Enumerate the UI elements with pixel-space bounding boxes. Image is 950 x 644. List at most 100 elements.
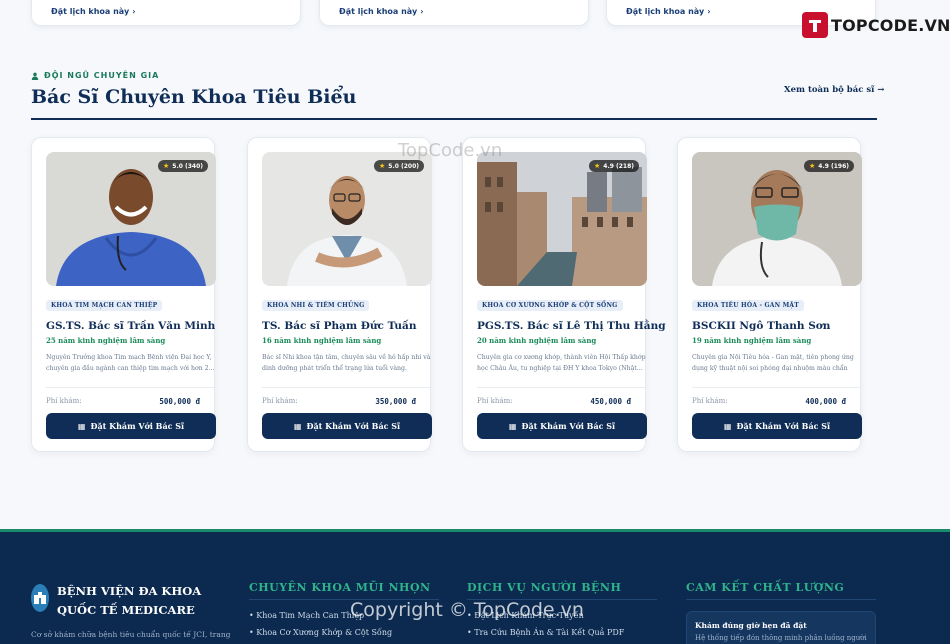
doctor-photo: ★ 4.9 (196) [692, 152, 862, 286]
doctor-description: Bác sĩ Nhi khoa tận tâm, chuyên sâu về h… [262, 354, 431, 372]
rating-value: 5.0 (340) [172, 162, 203, 170]
doctor-name: BSCKII Ngô Thanh Sơn [692, 320, 831, 332]
fee-label: Phí khám: [262, 397, 298, 405]
calendar-icon: ▦ [723, 421, 732, 431]
book-doctor-button-label: Đặt Khám Với Bác Sĩ [736, 421, 831, 431]
commitment-title: Khám đúng giờ hẹn đã đặt [695, 621, 807, 630]
book-doctor-button[interactable]: ▦ Đặt Khám Với Bác Sĩ [477, 413, 647, 439]
book-specialty-link-label: Đặt lịch khoa này [339, 7, 418, 16]
doctor-photo: ★ 5.0 (200) [262, 152, 432, 286]
star-icon: ★ [162, 162, 170, 170]
book-specialty-link[interactable]: Đặt lịch khoa này › [48, 7, 135, 16]
calendar-icon: ▦ [293, 421, 302, 431]
footer-description: Cơ sở khám chữa bệnh tiêu chuẩn quốc tế … [31, 630, 231, 639]
book-doctor-button-label: Đặt Khám Với Bác Sĩ [521, 421, 616, 431]
topcode-logo-text: TOPCODE.VN [831, 15, 950, 35]
commitment-description: Hệ thống tiếp đón thông minh phân luồng … [695, 634, 867, 642]
department-badge: KHOA TIÊU HÓA - GAN MẬT [692, 300, 804, 311]
doctor-experience: 20 năm kinh nghiệm lâm sàng [477, 336, 597, 345]
rating-badge: ★ 5.0 (200) [373, 160, 424, 172]
footer-specialties-title: CHUYÊN KHOA MŨI NHỌN [249, 581, 431, 594]
doctor-description: Nguyên Trưởng khoa Tim mạch Bệnh viện Đạ… [46, 354, 215, 372]
fee-value: 400,000 đ [805, 397, 846, 406]
site-footer: BỆNH VIỆN ĐA KHOA QUỐC TẾ MEDICARE Cơ sở… [0, 529, 950, 644]
fee-value: 350,000 đ [375, 397, 416, 406]
chevron-right-icon: › [420, 7, 424, 16]
department-badge: KHOA NHI & TIÊM CHỦNG [262, 300, 370, 311]
doctor-card: ★ 5.0 (340) KHOA TIM MẠCH CAN THIỆP GS.TS… [31, 137, 216, 452]
card-divider [692, 387, 862, 388]
fee-value: 500,000 đ [159, 397, 200, 406]
doctor-name: TS. Bác sĩ Phạm Đức Tuấn [262, 320, 417, 332]
doctor-experience: 19 năm kinh nghiệm lâm sàng [692, 336, 812, 345]
user-doctor-icon [31, 72, 39, 80]
topcode-logo-icon [802, 12, 828, 38]
book-doctor-button-label: Đặt Khám Với Bác Sĩ [306, 421, 401, 431]
footer-divider [686, 599, 876, 600]
footer-link[interactable]: • Khoa Tim Mạch Can Thiệp [249, 611, 364, 620]
section-title: Bác Sĩ Chuyên Khoa Tiêu Biểu [31, 86, 357, 108]
doctor-experience: 16 năm kinh nghiệm lâm sàng [262, 336, 382, 345]
footer-brand-line2: QUỐC TẾ MEDICARE [57, 603, 195, 617]
section-eyebrow: ĐỘI NGŨ CHUYÊN GIA [31, 71, 159, 80]
rating-badge: ★ 4.9 (196) [803, 160, 854, 172]
fee-label: Phí khám: [46, 397, 82, 405]
section-divider [31, 118, 877, 120]
doctor-card: ★ 4.9 (218) KHOA CƠ XƯƠNG KHỚP & CỘT SỐNG… [462, 137, 666, 452]
section-eyebrow-text: ĐỘI NGŨ CHUYÊN GIA [44, 71, 160, 80]
rating-badge: ★ 4.9 (218) [588, 160, 639, 172]
star-icon: ★ [593, 162, 601, 170]
calendar-icon: ▦ [77, 421, 86, 431]
footer-services-title: DỊCH VỤ NGƯỜI BỆNH [467, 581, 622, 594]
specialty-card-2: Đặt lịch khoa này › [319, 0, 589, 26]
doctor-name: PGS.TS. Bác sĩ Lê Thị Thu Hằng [477, 320, 666, 332]
rating-badge: ★ 5.0 (340) [157, 160, 208, 172]
fee-value: 450,000 đ [590, 397, 631, 406]
arrow-right-icon: → [877, 85, 885, 95]
doctor-description: Chuyên gia Nội Tiêu hóa - Gan mật, tiên … [692, 354, 854, 372]
footer-brand: BỆNH VIỆN ĐA KHOA QUỐC TẾ MEDICARE [57, 582, 201, 620]
book-doctor-button[interactable]: ▦ Đặt Khám Với Bác Sĩ [46, 413, 216, 439]
rating-value: 4.9 (196) [818, 162, 849, 170]
footer-link[interactable]: • Đặt Lịch Khám Trực Tuyến [467, 611, 584, 620]
book-doctor-button[interactable]: ▦ Đặt Khám Với Bác Sĩ [692, 413, 862, 439]
hospital-logo-icon [31, 584, 49, 612]
book-specialty-link[interactable]: Đặt lịch khoa này › [336, 7, 423, 16]
doctor-name: GS.TS. Bác sĩ Trần Văn Minh [46, 320, 216, 332]
star-icon: ★ [378, 162, 386, 170]
view-all-label: Xem toàn bộ bác sĩ [784, 85, 875, 95]
rating-value: 5.0 (200) [388, 162, 419, 170]
book-specialty-link-label: Đặt lịch khoa này [626, 7, 705, 16]
doctor-experience: 25 năm kinh nghiệm lâm sàng [46, 336, 166, 345]
book-specialty-link[interactable]: Đặt lịch khoa này › [623, 7, 710, 16]
department-badge: KHOA CƠ XƯƠNG KHỚP & CỘT SỐNG [477, 300, 623, 311]
footer-link[interactable]: • Tra Cứu Bệnh Án & Tài Kết Quả PDF [467, 628, 624, 637]
footer-quality-title: CAM KẾT CHẤT LƯỢNG [686, 581, 845, 594]
commitment-box: Khám đúng giờ hẹn đã đặt Hệ thống tiếp đ… [686, 611, 876, 644]
chevron-right-icon: › [132, 7, 136, 16]
book-specialty-link-label: Đặt lịch khoa này [51, 7, 130, 16]
footer-divider [249, 599, 439, 600]
fee-label: Phí khám: [477, 397, 513, 405]
doctor-card: ★ 5.0 (200) KHOA NHI & TIÊM CHỦNG TS. Bác… [247, 137, 432, 452]
footer-link[interactable]: • Khoa Cơ Xương Khớp & Cột Sống [249, 628, 392, 637]
specialty-card-1: Đặt lịch khoa này › [31, 0, 301, 26]
book-doctor-button[interactable]: ▦ Đặt Khám Với Bác Sĩ [262, 413, 432, 439]
fee-label: Phí khám: [692, 397, 728, 405]
department-badge: KHOA TIM MẠCH CAN THIỆP [46, 300, 163, 311]
card-divider [477, 387, 647, 388]
doctor-photo: ★ 4.9 (218) [477, 152, 647, 286]
calendar-icon: ▦ [508, 421, 517, 431]
doctor-description: Chuyên gia cơ xương khớp, thành viên Hội… [477, 354, 646, 372]
footer-brand-line1: BỆNH VIỆN ĐA KHOA [57, 584, 202, 598]
topcode-logo: TOPCODE.VN [802, 12, 950, 38]
doctor-photo: ★ 5.0 (340) [46, 152, 216, 286]
rating-value: 4.9 (218) [603, 162, 634, 170]
card-divider [46, 387, 216, 388]
card-divider [262, 387, 432, 388]
footer-divider [467, 599, 657, 600]
doctor-card: ★ 4.9 (196) KHOA TIÊU HÓA - GAN MẬT BSCKI… [677, 137, 862, 452]
book-doctor-button-label: Đặt Khám Với Bác Sĩ [90, 421, 185, 431]
star-icon: ★ [808, 162, 816, 170]
view-all-doctors-link[interactable]: Xem toàn bộ bác sĩ → [784, 85, 884, 95]
